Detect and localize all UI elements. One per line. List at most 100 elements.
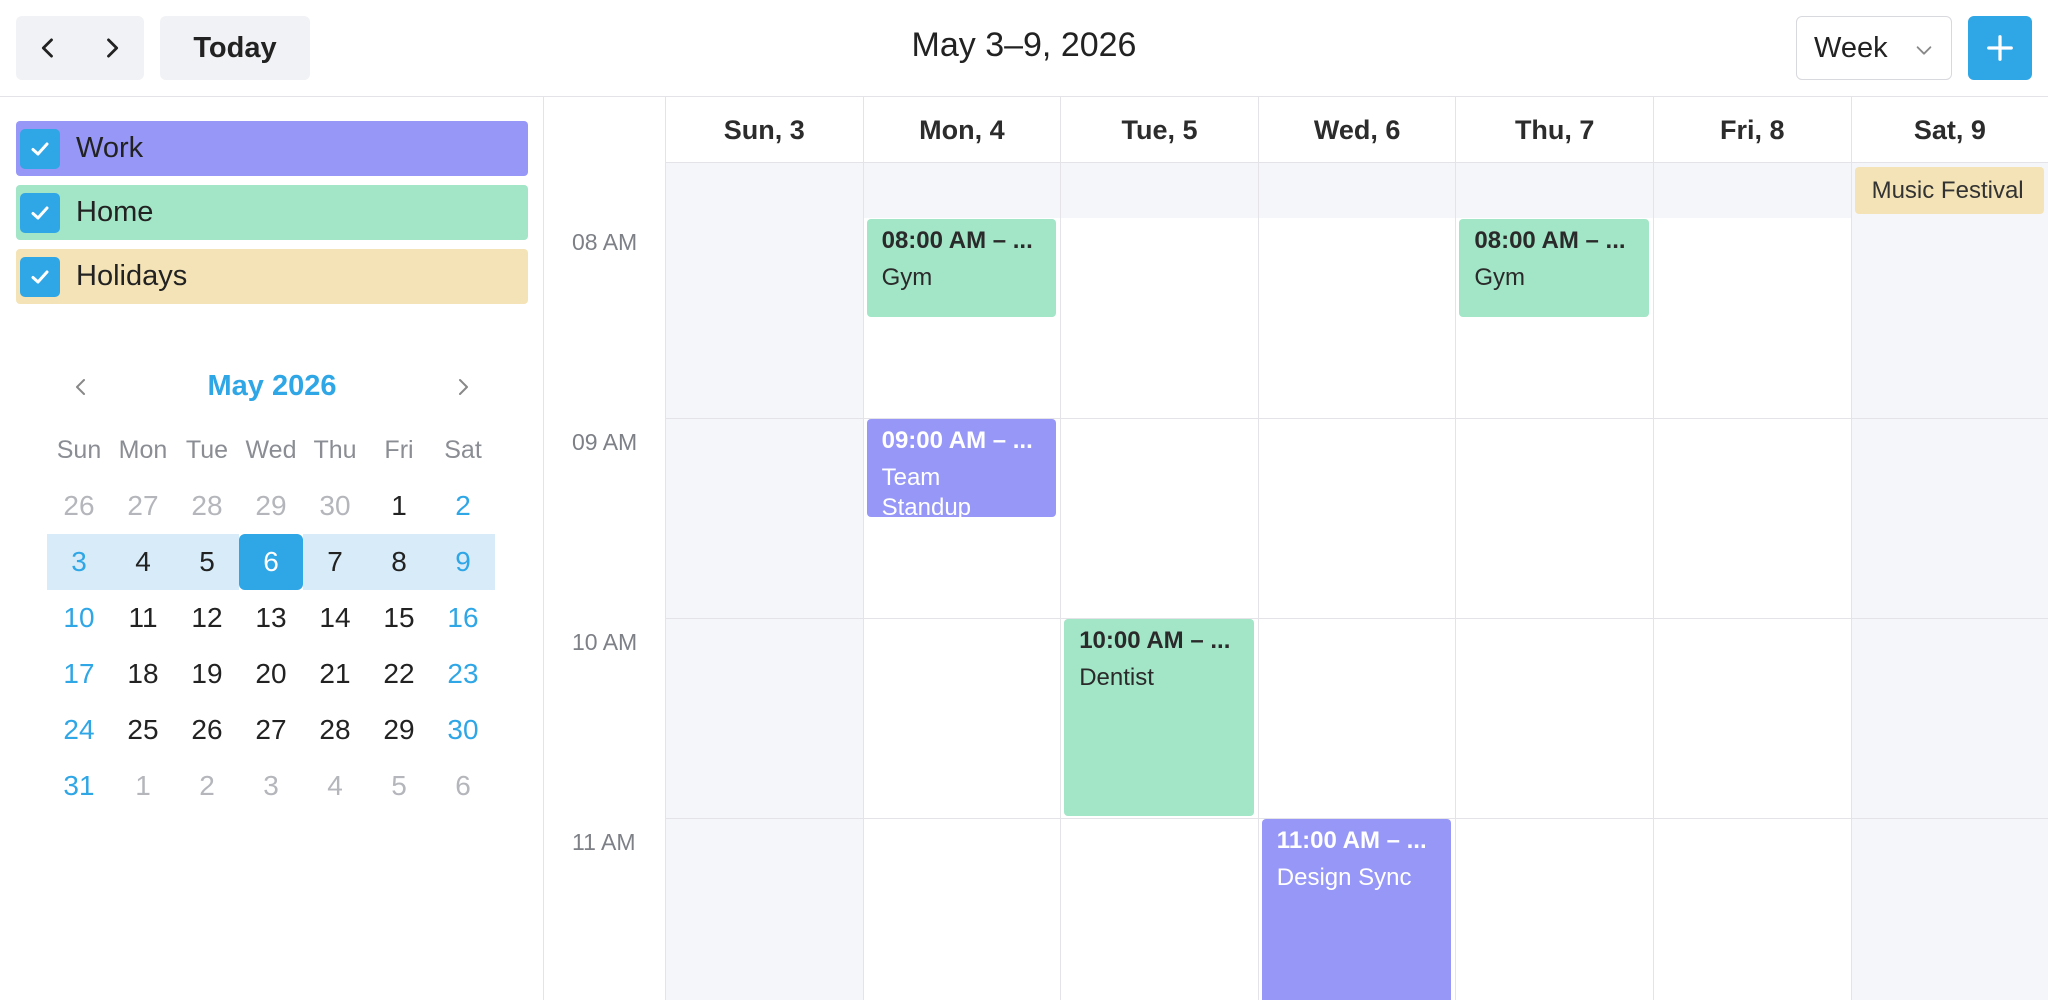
mini-day-cell[interactable]: 1 [367, 478, 431, 534]
mini-day-cell[interactable]: 28 [175, 478, 239, 534]
mini-day-cell[interactable]: 6 [239, 534, 303, 590]
mini-day-cell[interactable]: 27 [111, 478, 175, 534]
day-header[interactable]: Fri, 8 [1653, 97, 1851, 163]
chevron-right-icon [107, 38, 119, 58]
today-button[interactable]: Today [160, 16, 310, 80]
mini-day-cell[interactable]: 30 [303, 478, 367, 534]
mini-day-cell[interactable]: 25 [111, 702, 175, 758]
event-block[interactable]: 10:00 AM – ... Dentist [1064, 619, 1254, 816]
checkbox-checked-icon[interactable] [20, 128, 60, 169]
mini-next-month-button[interactable] [445, 369, 481, 405]
mini-day-cell[interactable]: 19 [175, 646, 239, 702]
event-block[interactable]: 08:00 AM – ... Gym [866, 219, 1057, 317]
event-block[interactable]: 08:00 AM – ... Gym [1459, 219, 1649, 317]
day-header[interactable]: Sun, 3 [665, 97, 863, 163]
mini-day-cell[interactable]: 13 [239, 590, 303, 646]
event-time: 11:00 AM – ... [1276, 827, 1427, 854]
mini-calendar-month-title[interactable]: May 2026 [47, 370, 497, 403]
chevron-right-icon [459, 379, 468, 395]
day-column[interactable] [1850, 218, 2048, 1000]
day-header[interactable]: Sat, 9 [1850, 97, 2048, 163]
all-day-cell[interactable] [1455, 163, 1653, 218]
day-column[interactable] [862, 218, 1061, 1000]
mini-day-cell[interactable]: 9 [431, 534, 495, 590]
mini-day-cell[interactable]: 11 [111, 590, 175, 646]
all-day-gutter [545, 163, 665, 218]
mini-day-cell[interactable]: 2 [431, 478, 495, 534]
view-mode-select[interactable]: Week [1796, 16, 1952, 80]
all-day-cell[interactable] [1257, 163, 1456, 218]
mini-day-cell[interactable]: 27 [239, 702, 303, 758]
mini-day-cell[interactable]: 28 [303, 702, 367, 758]
mini-day-cell[interactable]: 2 [175, 758, 239, 814]
event-time: 10:00 AM – ... [1079, 627, 1231, 654]
event-block[interactable]: 11:00 AM – ... Design Sync [1261, 819, 1452, 1000]
mini-day-cell[interactable]: 21 [303, 646, 367, 702]
mini-day-cell[interactable]: 18 [111, 646, 175, 702]
all-day-event[interactable]: Music Festival [1854, 167, 2045, 214]
mini-weekday-label: Sat [444, 435, 482, 464]
mini-day-cell[interactable]: 5 [367, 758, 431, 814]
mini-day-cell[interactable]: 6 [431, 758, 495, 814]
mini-day-cell[interactable]: 23 [431, 646, 495, 702]
event-block[interactable]: 09:00 AM – ... Team Standup [866, 419, 1057, 517]
day-column[interactable] [1455, 218, 1653, 1000]
mini-day-cell[interactable]: 7 [303, 534, 367, 590]
checkbox-checked-icon[interactable] [20, 192, 60, 233]
event-title: Gym [1474, 264, 1526, 291]
mini-day-cell[interactable]: 4 [111, 534, 175, 590]
day-column[interactable] [665, 218, 863, 1000]
day-header[interactable]: Mon, 4 [862, 97, 1061, 163]
event-time: 08:00 AM – ... [1474, 227, 1626, 254]
day-column[interactable] [1060, 218, 1258, 1000]
mini-day-cell[interactable]: 24 [47, 702, 111, 758]
sidebar: Work Home Holidays May 2026 Sun Mon Tue Wed… [0, 97, 544, 1000]
mini-day-cell[interactable]: 12 [175, 590, 239, 646]
day-column[interactable] [1653, 218, 1851, 1000]
mini-calendar-grid: Sun Mon Tue Wed Thu Fri Sat 26 27 28 29 30 1 2 3 4 5 6 7 8 9… [47, 422, 497, 814]
mini-day-cell[interactable]: 15 [367, 590, 431, 646]
mini-calendar-header: May 2026 [47, 352, 497, 422]
mini-weekday-label: Fri [384, 435, 414, 464]
mini-day-cell[interactable]: 22 [367, 646, 431, 702]
day-header-row: Sun, 3 Mon, 4 Tue, 5 Wed, 6 Thu, 7 Fri, 8 Sat,… [545, 97, 2048, 163]
calendar-toggle-holidays[interactable]: Holidays [16, 249, 528, 304]
calendar-toggle-work[interactable]: Work [16, 121, 528, 176]
mini-day-cell[interactable]: 14 [303, 590, 367, 646]
hour-divider [665, 618, 2048, 619]
mini-day-cell[interactable]: 17 [47, 646, 111, 702]
mini-day-cell[interactable]: 29 [239, 478, 303, 534]
checkbox-checked-icon[interactable] [20, 256, 60, 297]
day-header[interactable]: Tue, 5 [1060, 97, 1258, 163]
event-time: 09:00 AM – ... [881, 427, 1033, 454]
all-day-cell[interactable] [1060, 163, 1258, 218]
mini-day-cell[interactable]: 30 [431, 702, 495, 758]
next-week-button[interactable] [80, 16, 144, 80]
day-header[interactable]: Wed, 6 [1257, 97, 1456, 163]
mini-day-cell[interactable]: 5 [175, 534, 239, 590]
prev-week-button[interactable] [16, 16, 80, 80]
all-day-cell[interactable] [665, 163, 863, 218]
mini-day-cell[interactable]: 4 [303, 758, 367, 814]
mini-calendar: May 2026 Sun Mon Tue Wed Thu Fri Sat 26 27 28 29 30… [47, 352, 497, 814]
all-day-cell[interactable] [1653, 163, 1851, 218]
mini-day-cell[interactable]: 10 [47, 590, 111, 646]
mini-day-cell[interactable]: 29 [367, 702, 431, 758]
mini-day-cell[interactable]: 3 [47, 534, 111, 590]
mini-day-cell[interactable]: 1 [111, 758, 175, 814]
hour-label: 10 AM [572, 629, 638, 655]
add-event-button[interactable] [1968, 16, 2032, 80]
mini-day-cell[interactable]: 16 [431, 590, 495, 646]
all-day-cell[interactable] [862, 163, 1061, 218]
week-grid: Sun, 3 Mon, 4 Tue, 5 Wed, 6 Thu, 7 Fri, 8 Sat,… [545, 97, 2048, 1000]
calendar-toggle-home[interactable]: Home [16, 185, 528, 240]
day-header[interactable]: Thu, 7 [1455, 97, 1653, 163]
mini-weekday-label: Mon [118, 435, 168, 464]
mini-day-cell[interactable]: 26 [47, 478, 111, 534]
mini-day-cell[interactable]: 26 [175, 702, 239, 758]
event-title: Dentist [1079, 664, 1154, 691]
mini-day-cell[interactable]: 20 [239, 646, 303, 702]
mini-day-cell[interactable]: 8 [367, 534, 431, 590]
mini-day-cell[interactable]: 31 [47, 758, 111, 814]
mini-day-cell[interactable]: 3 [239, 758, 303, 814]
